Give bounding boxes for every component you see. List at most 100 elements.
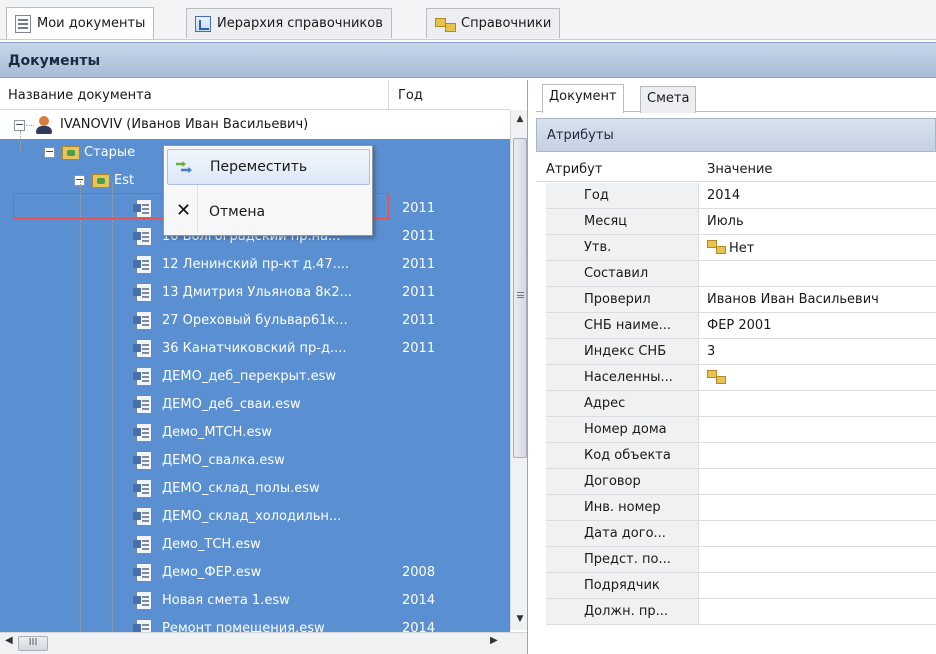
tab-document[interactable]: Документ bbox=[542, 84, 624, 113]
attribute-row[interactable]: Инв. номер bbox=[536, 495, 936, 521]
tab-directory-hierarchy[interactable]: Иерархия справочников bbox=[186, 8, 392, 38]
user-icon bbox=[36, 116, 52, 134]
table-row[interactable]: Демо_ФЕР.esw 2008 bbox=[0, 559, 510, 587]
attribute-value[interactable] bbox=[699, 391, 936, 417]
folder-icon bbox=[92, 174, 110, 188]
scroll-down-icon[interactable]: ▼ bbox=[511, 610, 527, 628]
tree-column-header: Название документа Год bbox=[0, 80, 510, 110]
attribute-value[interactable] bbox=[699, 521, 936, 547]
file-name: ДЕМО_склад_полы.esw bbox=[162, 481, 320, 496]
attribute-name: Месяц bbox=[546, 209, 699, 235]
attribute-value-cell[interactable]: Нет bbox=[699, 235, 936, 261]
horizontal-scrollbar[interactable]: ◀ III ▶ bbox=[0, 632, 527, 654]
file-year: 2011 bbox=[402, 313, 436, 328]
attribute-row[interactable]: Дата дого... bbox=[536, 521, 936, 547]
table-row[interactable]: Демо_ТСН.esw bbox=[0, 531, 510, 559]
attribute-name: Инв. номер bbox=[546, 495, 699, 521]
file-name: 36 Канатчиковский пр-д.... bbox=[162, 341, 347, 356]
file-name: Демо_ФЕР.esw bbox=[162, 565, 262, 580]
column-divider[interactable] bbox=[388, 80, 389, 110]
attribute-row[interactable]: Год 2014 bbox=[536, 183, 936, 209]
attribute-value[interactable]: 2014 bbox=[699, 183, 936, 209]
collapse-toggle-icon[interactable]: − bbox=[14, 119, 25, 131]
table-row[interactable]: 12 Ленинский пр-кт д.47.... 2011 bbox=[0, 251, 510, 279]
attribute-row[interactable]: Код объекта bbox=[536, 443, 936, 469]
column-header-value[interactable]: Значение bbox=[707, 162, 772, 177]
tab-estimate[interactable]: Смета bbox=[640, 86, 697, 113]
attribute-row[interactable]: Договор bbox=[536, 469, 936, 495]
file-name: 12 Ленинский пр-кт д.47.... bbox=[162, 257, 350, 272]
scrollbar-thumb[interactable]: III bbox=[18, 636, 48, 651]
tree-icon bbox=[195, 15, 211, 32]
attribute-value: Нет bbox=[729, 241, 755, 256]
attributes-column-header: Атрибут Значение bbox=[536, 158, 936, 182]
attribute-row[interactable]: Населенны... bbox=[536, 365, 936, 391]
file-name: ДЕМО_деб_перекрыт.esw bbox=[162, 369, 337, 384]
tab-label: Иерархия справочников bbox=[217, 16, 383, 31]
attribute-value-cell[interactable] bbox=[699, 365, 936, 391]
attribute-value[interactable]: 3 bbox=[699, 339, 936, 365]
attribute-value[interactable] bbox=[699, 417, 936, 443]
attribute-row[interactable]: Адрес bbox=[536, 391, 936, 417]
attribute-row[interactable]: Предст. по... bbox=[536, 547, 936, 573]
column-header-name[interactable]: Название документа bbox=[8, 88, 152, 103]
attribute-row[interactable]: Подрядчик bbox=[536, 573, 936, 599]
estimate-file-icon bbox=[133, 535, 152, 554]
column-header-attribute[interactable]: Атрибут bbox=[546, 162, 602, 177]
table-row[interactable]: 36 Канатчиковский пр-д.... 2011 bbox=[0, 335, 510, 363]
attribute-value[interactable] bbox=[699, 599, 936, 625]
attribute-name: СНБ наиме... bbox=[546, 313, 699, 339]
table-row[interactable]: ДЕМО_деб_перекрыт.esw bbox=[0, 363, 510, 391]
vertical-scrollbar[interactable]: ▲ ▼ bbox=[510, 110, 527, 630]
attribute-value[interactable] bbox=[699, 573, 936, 599]
table-row[interactable]: Новая смета 1.esw 2014 bbox=[0, 587, 510, 615]
attribute-name: Год bbox=[546, 183, 699, 209]
attribute-row[interactable]: СНБ наиме... ФЕР 2001 bbox=[536, 313, 936, 339]
collapse-toggle-icon[interactable]: − bbox=[44, 146, 55, 158]
tab-directories[interactable]: Справочники bbox=[426, 8, 561, 38]
right-tab-strip: Документ Смета bbox=[536, 80, 936, 113]
attribute-value[interactable] bbox=[699, 469, 936, 495]
attribute-value[interactable] bbox=[699, 547, 936, 573]
table-row[interactable]: ДЕМО_склад_полы.esw bbox=[0, 475, 510, 503]
attribute-row[interactable]: Индекс СНБ 3 bbox=[536, 339, 936, 365]
scroll-right-icon[interactable]: ▶ bbox=[490, 635, 498, 646]
attribute-row[interactable]: Номер дома bbox=[536, 417, 936, 443]
table-row[interactable]: ДЕМО_склад_холодильн... bbox=[0, 503, 510, 531]
table-row[interactable]: ДЕМО_деб_сваи.esw bbox=[0, 391, 510, 419]
top-tab-strip: Мои документы Иерархия справочников Спра… bbox=[0, 0, 936, 40]
estimate-file-icon bbox=[133, 479, 152, 498]
attribute-value[interactable] bbox=[699, 443, 936, 469]
attribute-row[interactable]: Утв. Нет bbox=[536, 235, 936, 261]
table-row[interactable]: 13 Дмитрия Ульянова 8к2... 2011 bbox=[0, 279, 510, 307]
attribute-name: Подрядчик bbox=[546, 573, 699, 599]
attribute-row[interactable]: Месяц Июль bbox=[536, 209, 936, 235]
table-row[interactable]: Демо_МТСН.esw bbox=[0, 419, 510, 447]
estimate-file-icon bbox=[133, 283, 152, 302]
estimate-file-icon bbox=[133, 507, 152, 526]
scroll-up-icon[interactable]: ▲ bbox=[511, 110, 527, 128]
scroll-left-icon[interactable]: ◀ bbox=[5, 635, 13, 646]
table-row[interactable]: ДЕМО_свалка.esw bbox=[0, 447, 510, 475]
tree-node-user[interactable]: − IVANOVIV (Иванов Иван Васильевич) bbox=[0, 111, 510, 139]
attribute-row[interactable]: Должн. пр... bbox=[536, 599, 936, 625]
attribute-value[interactable]: Июль bbox=[699, 209, 936, 235]
attribute-value[interactable] bbox=[699, 495, 936, 521]
menu-item-move[interactable]: Переместить bbox=[167, 149, 370, 185]
estimate-file-icon bbox=[133, 255, 152, 274]
file-name: Новая смета 1.esw bbox=[162, 593, 290, 608]
attribute-value[interactable]: Иванов Иван Васильевич bbox=[699, 287, 936, 313]
table-row[interactable]: 27 Ореховый бульвар61к... 2011 bbox=[0, 307, 510, 335]
column-header-year[interactable]: Год bbox=[398, 88, 423, 103]
tree-node-label: Est bbox=[114, 173, 135, 188]
attribute-row[interactable]: Составил bbox=[536, 261, 936, 287]
attribute-value[interactable]: ФЕР 2001 bbox=[699, 313, 936, 339]
tree-connector bbox=[80, 181, 81, 641]
attribute-value[interactable] bbox=[699, 261, 936, 287]
menu-item-cancel[interactable]: ✕ Отмена bbox=[167, 195, 370, 231]
estimate-file-icon bbox=[133, 451, 152, 470]
scrollbar-thumb[interactable] bbox=[513, 138, 527, 458]
file-name: ДЕМО_свалка.esw bbox=[162, 453, 285, 468]
attribute-row[interactable]: Проверил Иванов Иван Васильевич bbox=[536, 287, 936, 313]
tab-my-documents[interactable]: Мои документы bbox=[6, 7, 155, 39]
